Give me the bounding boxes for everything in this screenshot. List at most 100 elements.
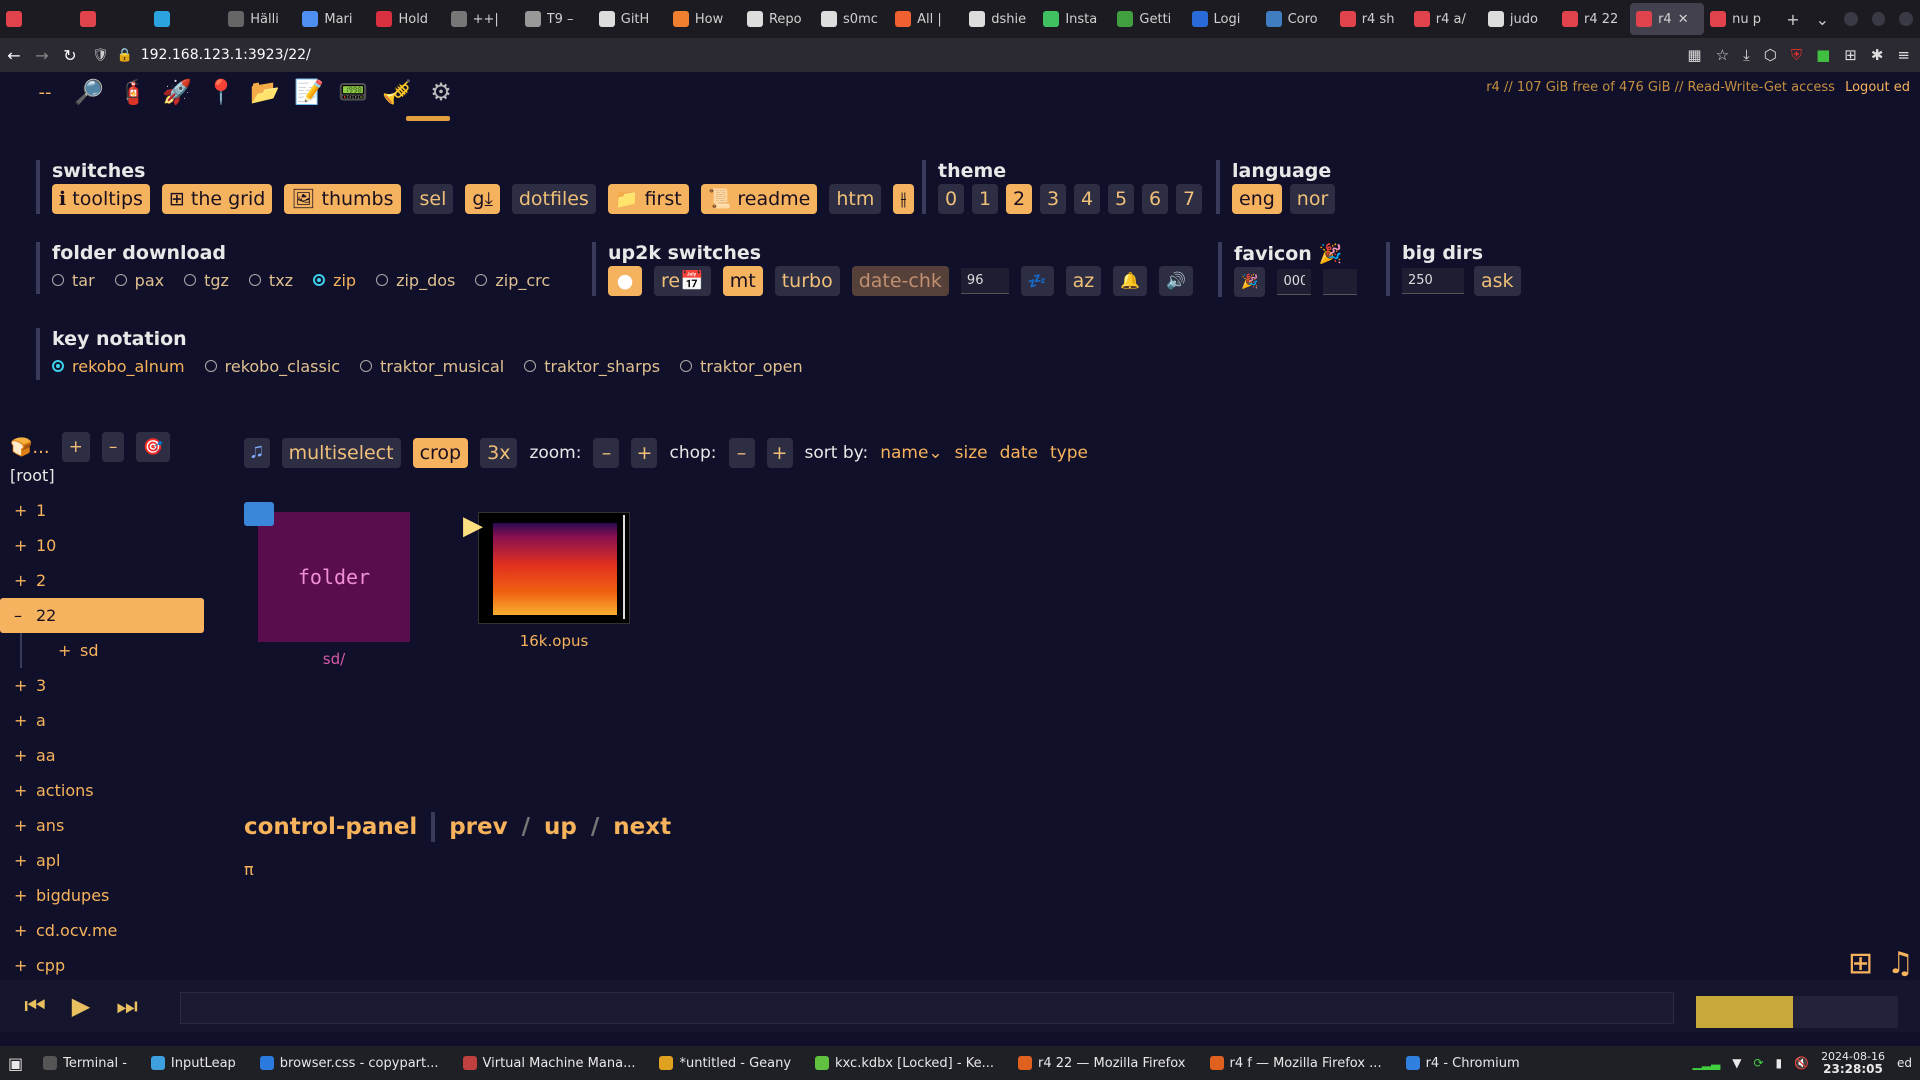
taskbar-item[interactable]: r4 f — Mozilla Firefox ...: [1198, 1046, 1394, 1080]
green-extension-icon[interactable]: ■: [1816, 46, 1830, 64]
tree-expand-toggle[interactable]: +: [14, 746, 36, 765]
volume-bar[interactable]: [1696, 996, 1898, 1028]
radio-option[interactable]: traktor_sharps: [524, 357, 660, 376]
up2k-bell-button[interactable]: 🔔: [1113, 266, 1148, 296]
language-button[interactable]: eng: [1232, 184, 1282, 214]
theme-button[interactable]: 4: [1074, 184, 1100, 214]
radio-dot[interactable]: [360, 360, 373, 372]
browser-tab[interactable]: All |: [889, 0, 963, 38]
sort-name[interactable]: name⌄: [880, 443, 942, 463]
tree-node-label[interactable]: sd: [80, 641, 99, 660]
bookmark-star-icon[interactable]: ☆: [1716, 46, 1729, 64]
zoom-out-button[interactable]: –: [593, 438, 620, 468]
browser-tab[interactable]: [148, 0, 222, 38]
tree-expand-toggle[interactable]: +: [14, 676, 36, 695]
grid-extension-icon[interactable]: ⊞: [1844, 46, 1857, 64]
wifi-icon[interactable]: ▼: [1732, 1056, 1741, 1070]
radio-option[interactable]: zip: [313, 271, 356, 290]
tree-node[interactable]: + sd: [20, 633, 210, 668]
tree-node[interactable]: + a: [0, 703, 210, 738]
music-player-icon[interactable]: ♫: [1887, 946, 1914, 981]
tree-node[interactable]: –22: [0, 598, 204, 633]
file-name[interactable]: 16k.opus: [464, 632, 644, 650]
radio-option[interactable]: tar: [52, 271, 95, 290]
logout-link[interactable]: Logout ed: [1845, 80, 1910, 95]
music-note-button[interactable]: 🎜: [244, 438, 270, 468]
tab-list-icon[interactable]: ⌄: [1808, 10, 1837, 29]
up2k-mt-button[interactable]: mt: [722, 266, 763, 296]
up2k-re-button[interactable]: re📅: [654, 266, 711, 296]
browser-tab[interactable]: GitH: [593, 0, 667, 38]
theme-button[interactable]: 3: [1040, 184, 1066, 214]
tree-node[interactable]: +2: [0, 563, 210, 598]
tree-node[interactable]: +1: [0, 493, 210, 528]
up2k-ball-button[interactable]: ●: [608, 266, 642, 296]
radio-option[interactable]: txz: [248, 271, 293, 290]
radio-dot[interactable]: [52, 360, 64, 372]
file-name[interactable]: sd/: [244, 650, 424, 668]
taskbar-item[interactable]: browser.css - copypart...: [248, 1046, 451, 1080]
taskbar-item[interactable]: Terminal -: [31, 1046, 139, 1080]
tree-expand-toggle[interactable]: +: [14, 501, 36, 520]
browser-tab[interactable]: Hold: [370, 0, 444, 38]
clock[interactable]: 2024-08-16 23:28:05: [1821, 1050, 1885, 1076]
tree-expand-toggle[interactable]: +: [14, 536, 36, 555]
puzzle-icon[interactable]: ✱: [1871, 46, 1884, 64]
theme-button[interactable]: 5: [1108, 184, 1134, 214]
battery-icon[interactable]: ▮: [1776, 1056, 1783, 1070]
extension-icon[interactable]: ⬡: [1764, 46, 1777, 64]
browser-tab[interactable]: s0mc: [815, 0, 889, 38]
tree-node[interactable]: + actions: [0, 773, 210, 808]
switch-button[interactable]: ⫲: [893, 184, 914, 214]
tree-expand-toggle[interactable]: +: [14, 711, 36, 730]
tree-node-label[interactable]: a: [36, 711, 46, 730]
multiselect-button[interactable]: multiselect: [281, 438, 401, 468]
radio-dot[interactable]: [114, 274, 127, 286]
radio-option[interactable]: zip_crc: [475, 271, 550, 290]
mute-icon[interactable]: 🔇: [1794, 1056, 1809, 1070]
tree-node-label[interactable]: cpp: [36, 956, 65, 975]
tree-node[interactable]: + apl: [0, 843, 210, 878]
tree-expand-toggle[interactable]: +: [14, 921, 36, 940]
up2k-sleep-button[interactable]: 💤: [1020, 266, 1054, 296]
radio-dot[interactable]: [204, 360, 217, 372]
sparkle-icon[interactable]: 🎺: [382, 78, 412, 106]
tree-node-label[interactable]: 2: [36, 571, 46, 590]
theme-button[interactable]: 1: [972, 184, 998, 214]
theme-button[interactable]: 7: [1176, 184, 1202, 214]
chop-more-button[interactable]: +: [766, 438, 793, 468]
tree-expand-toggle[interactable]: +: [14, 886, 36, 905]
sort-date[interactable]: date: [1000, 443, 1038, 463]
menu-icon[interactable]: ≡: [1897, 46, 1910, 64]
next-link[interactable]: next: [613, 814, 671, 840]
switch-button[interactable]: sel: [412, 184, 454, 214]
radio-dot[interactable]: [376, 274, 389, 286]
switch-button[interactable]: 📁 first: [607, 184, 689, 214]
browser-tab[interactable]: r4 sh: [1334, 0, 1408, 38]
window-maximize-button[interactable]: [1871, 12, 1886, 26]
up2k-az-button[interactable]: az: [1065, 266, 1102, 296]
ublock-icon[interactable]: ⛨: [1791, 46, 1802, 64]
browser-tab[interactable]: r4 22: [1556, 0, 1630, 38]
switch-button[interactable]: dotfiles: [511, 184, 596, 214]
browser-tab[interactable]: r4 a/: [1408, 0, 1482, 38]
tree-node[interactable]: + ans: [0, 808, 210, 843]
switch-button[interactable]: g⤓: [465, 184, 500, 214]
tree-node-label[interactable]: 10: [36, 536, 56, 555]
newtab-plus-icon[interactable]: +: [1778, 10, 1807, 29]
control-panel-link[interactable]: control-panel: [244, 814, 417, 840]
up2k-turbo-button[interactable]: turbo: [774, 266, 840, 296]
tree-node[interactable]: + aa: [0, 738, 210, 773]
forward-icon[interactable]: →: [28, 46, 56, 65]
radio-dot[interactable]: [680, 360, 693, 372]
language-button[interactable]: nor: [1289, 184, 1336, 214]
play-button[interactable]: ▶: [58, 992, 104, 1020]
tree-node[interactable]: + cd.ocv.me: [0, 913, 210, 948]
browser-tab[interactable]: r4 ✕: [1630, 3, 1705, 35]
tree-node-label[interactable]: 3: [36, 676, 46, 695]
zoom-in-button[interactable]: +: [631, 438, 658, 468]
back-icon[interactable]: ←: [0, 46, 28, 65]
switch-button[interactable]: ℹ tooltips: [52, 184, 150, 214]
sort-type[interactable]: type: [1050, 443, 1088, 463]
pi-link[interactable]: π: [244, 860, 254, 879]
